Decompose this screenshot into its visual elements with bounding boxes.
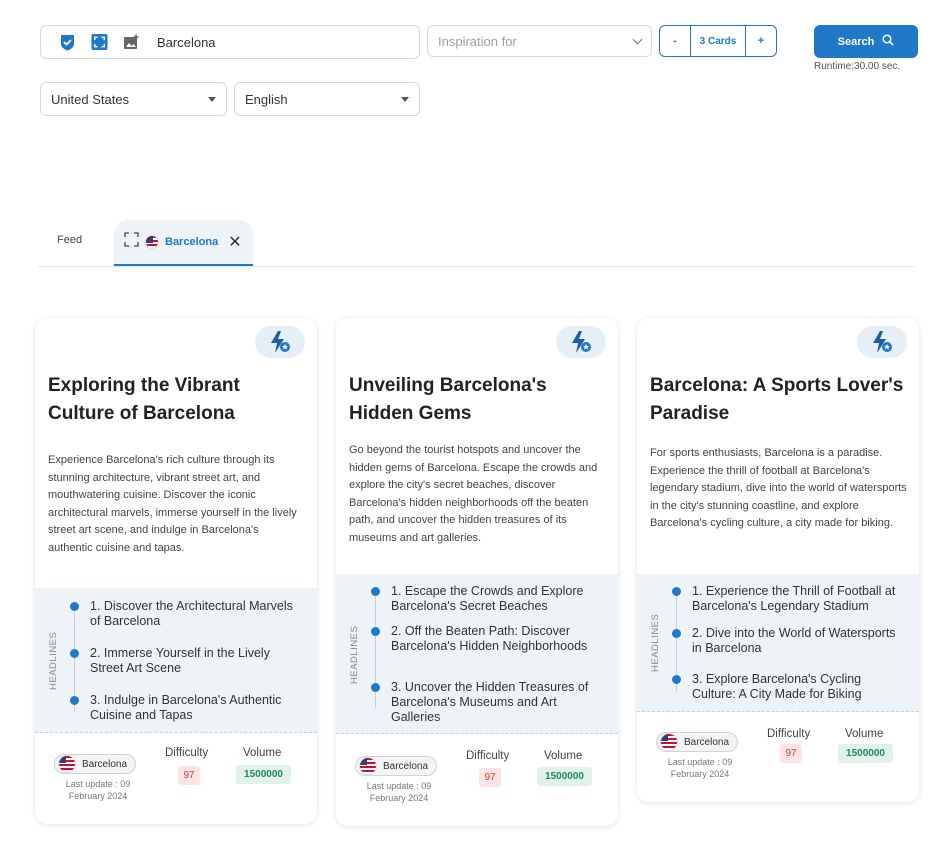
difficulty-badge: 97 bbox=[780, 744, 802, 763]
headline-item: 3. Explore Barcelona's Cycling Culture: … bbox=[672, 672, 907, 702]
volume-label: Volume bbox=[845, 728, 884, 740]
bullet-dot bbox=[672, 675, 681, 684]
country-value: United States bbox=[51, 91, 130, 107]
inspiration-select[interactable]: Inspiration for bbox=[427, 25, 652, 57]
headline-item: 2. Immerse Yourself in the Lively Street… bbox=[70, 646, 305, 676]
content-card: Exploring the Vibrant Culture of Barcelo… bbox=[35, 318, 317, 824]
keyword-value: Barcelona bbox=[157, 34, 216, 50]
volume-badge: 1500000 bbox=[537, 767, 592, 786]
language-value: English bbox=[245, 91, 288, 107]
volume-badge: 1500000 bbox=[838, 744, 893, 763]
bullet-dot bbox=[70, 649, 79, 658]
focus-frame-icon[interactable] bbox=[91, 33, 108, 51]
language-select[interactable]: English bbox=[234, 82, 420, 116]
last-update: Last update : 09 February 2024 bbox=[667, 757, 733, 779]
headlines-label: HEADLINES bbox=[650, 613, 661, 672]
tab-feed[interactable]: Feed bbox=[57, 234, 82, 246]
headlines-section: HEADLINES 1. Experience the Thrill of Fo… bbox=[637, 574, 919, 712]
location-chip[interactable]: Barcelona bbox=[656, 732, 739, 752]
card-count-value: 3 Cards bbox=[690, 26, 746, 56]
card-description: Go beyond the tourist hotspots and uncov… bbox=[349, 444, 598, 544]
headlines-section: HEADLINES 1. Escape the Crowds and Explo… bbox=[336, 574, 618, 734]
content-card: Unveiling Barcelona's Hidden Gems Go bey… bbox=[336, 318, 618, 826]
search-button-label: Search bbox=[837, 35, 875, 48]
location-chip[interactable]: Barcelona bbox=[54, 754, 137, 774]
card-count-stepper[interactable]: - 3 Cards + bbox=[659, 25, 777, 57]
headline-item: 2. Off the Beaten Path: Discover Barcelo… bbox=[371, 624, 606, 654]
bullet-dot bbox=[70, 696, 79, 705]
inspiration-placeholder: Inspiration for bbox=[438, 33, 517, 49]
headline-item: 3. Uncover the Hidden Treasures of Barce… bbox=[371, 680, 606, 725]
card-action-badge[interactable] bbox=[255, 326, 305, 358]
us-flag-icon bbox=[145, 235, 159, 249]
keyword-field[interactable]: Barcelona bbox=[40, 25, 420, 59]
bullet-dot bbox=[70, 602, 79, 611]
difficulty-label: Difficulty bbox=[767, 728, 811, 740]
tab-barcelona[interactable]: Barcelona ✕ bbox=[114, 220, 253, 266]
difficulty-badge: 97 bbox=[178, 766, 200, 785]
volume-label: Volume bbox=[544, 750, 583, 762]
headline-item: 3. Indulge in Barcelona's Authentic Cuis… bbox=[70, 693, 305, 723]
card-action-badge[interactable] bbox=[556, 326, 606, 358]
headlines-label: HEADLINES bbox=[48, 631, 59, 690]
tab-label: Barcelona bbox=[165, 236, 219, 248]
bullet-dot bbox=[672, 587, 681, 596]
difficulty-label: Difficulty bbox=[466, 750, 510, 762]
search-button[interactable]: Search bbox=[814, 25, 918, 58]
increment-button[interactable]: + bbox=[746, 26, 776, 56]
caret-down-icon bbox=[401, 96, 409, 102]
bullet-dot bbox=[672, 629, 681, 638]
headline-item: 1. Experience the Thrill of Football at … bbox=[672, 584, 907, 614]
headlines-label: HEADLINES bbox=[349, 625, 360, 684]
location-chip[interactable]: Barcelona bbox=[355, 756, 438, 776]
bullet-dot bbox=[371, 587, 380, 596]
us-flag-icon bbox=[58, 755, 76, 773]
card-description: Experience Barcelona's rich culture thro… bbox=[48, 454, 297, 554]
content-card: Barcelona: A Sports Lover's Paradise For… bbox=[637, 318, 919, 802]
decrement-button[interactable]: - bbox=[660, 26, 690, 56]
headline-item: 2. Dive into the World of Watersports in… bbox=[672, 626, 907, 656]
caret-down-icon bbox=[208, 96, 216, 102]
search-icon bbox=[882, 34, 894, 49]
volume-badge: 1500000 bbox=[236, 765, 291, 784]
card-action-badge[interactable] bbox=[857, 326, 907, 358]
difficulty-badge: 97 bbox=[479, 768, 501, 787]
headline-item: 1. Escape the Crowds and Explore Barcelo… bbox=[371, 584, 606, 614]
bullet-dot bbox=[371, 627, 380, 636]
card-title: Exploring the Vibrant Culture of Barcelo… bbox=[48, 375, 240, 424]
runtime-text: Runtime:30.00 sec. bbox=[814, 61, 901, 72]
us-flag-icon bbox=[359, 757, 377, 775]
close-icon[interactable]: ✕ bbox=[228, 232, 241, 252]
focus-frame-icon bbox=[124, 232, 139, 252]
country-select[interactable]: United States bbox=[40, 82, 227, 116]
volume-label: Volume bbox=[243, 747, 282, 759]
chevron-down-icon bbox=[632, 34, 643, 44]
checkbox-shield-icon[interactable] bbox=[59, 34, 76, 51]
add-image-icon[interactable] bbox=[123, 34, 140, 51]
last-update: Last update : 09 February 2024 bbox=[366, 781, 432, 803]
bullet-dot bbox=[371, 683, 380, 692]
card-description: For sports enthusiasts, Barcelona is a p… bbox=[650, 447, 907, 530]
headline-item: 1. Discover the Architectural Marvels of… bbox=[70, 599, 305, 629]
difficulty-label: Difficulty bbox=[165, 747, 209, 759]
card-title: Unveiling Barcelona's Hidden Gems bbox=[349, 375, 547, 424]
tab-bar: Feed Barcelona ✕ bbox=[38, 220, 915, 267]
last-update: Last update : 09 February 2024 bbox=[65, 779, 131, 801]
card-title: Barcelona: A Sports Lover's Paradise bbox=[650, 375, 904, 424]
us-flag-icon bbox=[660, 733, 678, 751]
headlines-section: HEADLINES 1. Discover the Architectural … bbox=[35, 588, 317, 733]
